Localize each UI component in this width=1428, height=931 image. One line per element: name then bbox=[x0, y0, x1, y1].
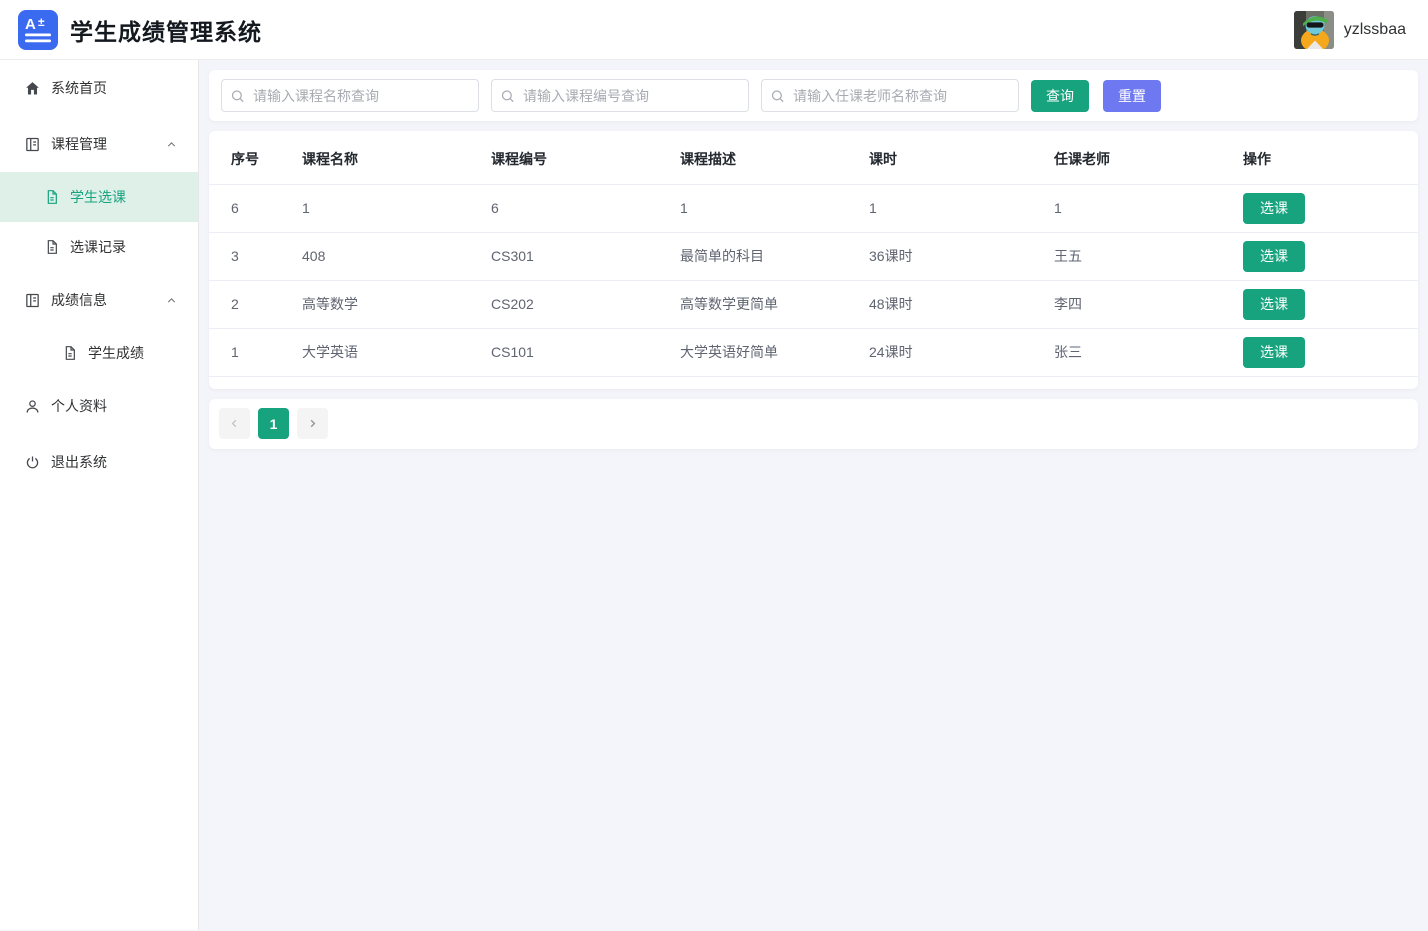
select-course-button[interactable]: 选课 bbox=[1243, 192, 1305, 224]
cell-desc: 1 bbox=[680, 184, 869, 233]
cell-hours: 36课时 bbox=[869, 232, 1054, 281]
sidebar-item-label: 选课记录 bbox=[70, 239, 126, 255]
page-title: 学生成绩管理系统 bbox=[70, 18, 262, 45]
avatar[interactable] bbox=[1293, 10, 1334, 49]
column-header-teacher: 任课老师 bbox=[1054, 135, 1243, 185]
reset-button[interactable]: 重置 bbox=[1103, 79, 1161, 112]
user-icon bbox=[24, 398, 41, 415]
sidebar-item-label: 个人资料 bbox=[51, 398, 107, 414]
table-row: 2 高等数学 CS202 高等数学更简单 48课时 李四 选课 bbox=[209, 280, 1418, 329]
table-row: 3 408 CS301 最简单的科目 36课时 王五 选课 bbox=[209, 232, 1418, 281]
sidebar-item-label: 课程管理 bbox=[51, 136, 107, 152]
cell-desc: 高等数学更简单 bbox=[680, 280, 869, 329]
document-icon bbox=[44, 239, 60, 255]
sidebar-item-home[interactable]: 系统首页 bbox=[0, 60, 198, 116]
column-header-name: 课程名称 bbox=[302, 135, 491, 185]
pagination-page-1[interactable]: 1 bbox=[258, 408, 289, 439]
search-icon bbox=[770, 88, 785, 103]
table-header-row: 序号 课程名称 课程编号 课程描述 课时 任课老师 操作 bbox=[209, 135, 1418, 185]
cell-code: CS301 bbox=[491, 232, 680, 281]
cell-action: 选课 bbox=[1243, 232, 1418, 281]
select-course-button[interactable]: 选课 bbox=[1243, 336, 1305, 368]
svg-text:±: ± bbox=[38, 15, 45, 29]
table-row: 6 1 6 1 1 1 选课 bbox=[209, 184, 1418, 233]
sidebar-item-student-course-selection[interactable]: 学生选课 bbox=[0, 172, 198, 222]
course-code-search-input[interactable] bbox=[491, 79, 749, 112]
cell-teacher: 1 bbox=[1054, 184, 1243, 233]
cell-code: CS202 bbox=[491, 280, 680, 329]
search-icon bbox=[230, 88, 245, 103]
app-header: A ± 学生成绩管理系统 yzlssbaa bbox=[0, 0, 1428, 60]
cell-seq: 3 bbox=[209, 232, 302, 281]
pagination-next-button[interactable] bbox=[297, 408, 328, 439]
cell-name: 大学英语 bbox=[302, 328, 491, 377]
sidebar-item-label: 学生选课 bbox=[70, 189, 126, 205]
notebook-icon bbox=[24, 136, 41, 153]
course-name-search-input[interactable] bbox=[221, 79, 479, 112]
course-code-search-wrap bbox=[491, 79, 749, 112]
svg-text:A: A bbox=[25, 16, 36, 33]
cell-name: 高等数学 bbox=[302, 280, 491, 329]
select-course-button[interactable]: 选课 bbox=[1243, 240, 1305, 272]
cell-desc: 最简单的科目 bbox=[680, 232, 869, 281]
chevron-right-icon bbox=[306, 417, 319, 430]
cell-name: 408 bbox=[302, 232, 491, 281]
chevron-up-icon bbox=[165, 294, 178, 307]
document-icon bbox=[44, 189, 60, 205]
cell-hours: 48课时 bbox=[869, 280, 1054, 329]
search-icon bbox=[500, 88, 515, 103]
sidebar-item-grade-info[interactable]: 成绩信息 bbox=[0, 272, 198, 328]
chevron-left-icon bbox=[228, 417, 241, 430]
sidebar-item-profile[interactable]: 个人资料 bbox=[0, 378, 198, 434]
sidebar-item-label: 系统首页 bbox=[51, 80, 107, 96]
course-name-search-wrap bbox=[221, 79, 479, 112]
cell-code: 6 bbox=[491, 184, 680, 233]
pagination: 1 bbox=[209, 398, 1418, 449]
cell-action: 选课 bbox=[1243, 280, 1418, 329]
home-icon bbox=[24, 80, 41, 97]
cell-teacher: 张三 bbox=[1054, 328, 1243, 377]
sidebar: 系统首页 课程管理 学生选课 选课记录 成绩信息 学生成绩 个人资料 退出系统 bbox=[0, 60, 199, 930]
cell-seq: 1 bbox=[209, 328, 302, 377]
cell-teacher: 李四 bbox=[1054, 280, 1243, 329]
username: yzlssbaa bbox=[1343, 20, 1406, 38]
sidebar-item-logout[interactable]: 退出系统 bbox=[0, 434, 198, 490]
cell-code: CS101 bbox=[491, 328, 680, 377]
document-icon bbox=[62, 345, 78, 361]
sidebar-item-label: 学生成绩 bbox=[88, 345, 144, 361]
teacher-search-wrap bbox=[761, 79, 1019, 112]
cell-name: 1 bbox=[302, 184, 491, 233]
sidebar-item-student-grades[interactable]: 学生成绩 bbox=[0, 328, 198, 378]
app-logo-icon: A ± bbox=[18, 9, 58, 50]
pagination-prev-button[interactable] bbox=[219, 408, 250, 439]
sidebar-item-course-selection-records[interactable]: 选课记录 bbox=[0, 222, 198, 272]
cell-hours: 24课时 bbox=[869, 328, 1054, 377]
column-header-desc: 课程描述 bbox=[680, 135, 869, 185]
table-row: 1 大学英语 CS101 大学英语好简单 24课时 张三 选课 bbox=[209, 328, 1418, 377]
cell-desc: 大学英语好简单 bbox=[680, 328, 869, 377]
column-header-action: 操作 bbox=[1243, 135, 1418, 185]
main-content: 查询 重置 序号 课程名称 课程编号 课程描述 课时 任课老师 bbox=[199, 60, 1428, 930]
query-button[interactable]: 查询 bbox=[1031, 79, 1089, 112]
select-course-button[interactable]: 选课 bbox=[1243, 288, 1305, 320]
teacher-search-input[interactable] bbox=[761, 79, 1019, 112]
column-header-code: 课程编号 bbox=[491, 135, 680, 185]
cell-teacher: 王五 bbox=[1054, 232, 1243, 281]
cell-seq: 2 bbox=[209, 280, 302, 329]
cell-seq: 6 bbox=[209, 184, 302, 233]
column-header-seq: 序号 bbox=[209, 135, 302, 185]
course-table: 序号 课程名称 课程编号 课程描述 课时 任课老师 操作 6 1 6 1 1 1… bbox=[209, 135, 1418, 377]
chevron-up-icon bbox=[165, 138, 178, 151]
sidebar-item-course-management[interactable]: 课程管理 bbox=[0, 116, 198, 172]
power-icon bbox=[24, 454, 41, 471]
cell-hours: 1 bbox=[869, 184, 1054, 233]
course-table-card: 序号 课程名称 课程编号 课程描述 课时 任课老师 操作 6 1 6 1 1 1… bbox=[209, 131, 1418, 389]
sidebar-item-label: 成绩信息 bbox=[51, 292, 107, 308]
notebook-icon bbox=[24, 292, 41, 309]
search-bar: 查询 重置 bbox=[209, 70, 1418, 121]
column-header-hours: 课时 bbox=[869, 135, 1054, 185]
cell-action: 选课 bbox=[1243, 184, 1418, 233]
cell-action: 选课 bbox=[1243, 328, 1418, 377]
sidebar-item-label: 退出系统 bbox=[51, 454, 107, 470]
